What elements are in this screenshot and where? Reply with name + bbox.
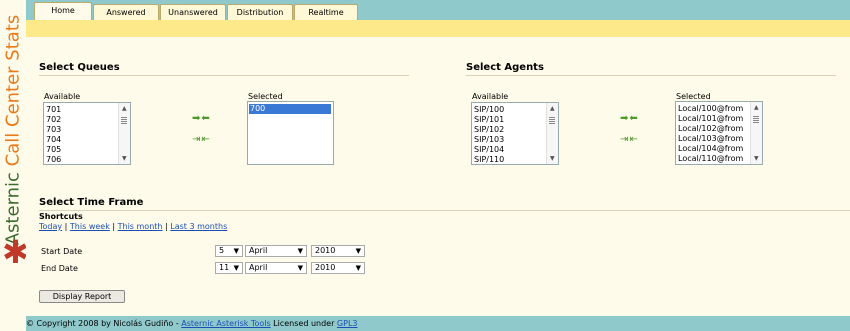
scroll-up-icon[interactable]: ▲	[122, 105, 127, 112]
scroll-down-icon[interactable]: ▼	[754, 155, 759, 162]
queue-move-right-left-icon[interactable]: ➡⬅	[192, 113, 211, 124]
chevron-down-icon: ▼	[297, 247, 303, 255]
agent-move-right-left-icon[interactable]: ➡⬅	[620, 113, 639, 124]
scroll-thumb[interactable]	[753, 116, 759, 124]
scroll-thumb[interactable]	[549, 117, 555, 125]
start-day-select[interactable]: 5 ▼	[215, 245, 243, 257]
shortcut-this-week-link[interactable]: This week	[70, 222, 110, 231]
scroll-thumb[interactable]	[121, 117, 127, 125]
timeframe-heading: Select Time Frame	[39, 197, 144, 208]
list-item[interactable]: 703	[46, 125, 118, 135]
main-content: Select Queues Available 701 702 703 704 …	[26, 37, 850, 316]
tab-realtime[interactable]: Realtime	[294, 4, 358, 20]
list-item[interactable]: SIP/104	[474, 145, 546, 155]
list-item[interactable]: SIP/110	[474, 155, 546, 164]
end-year-select[interactable]: 2010 ▼	[311, 262, 365, 274]
chevron-down-icon: ▼	[297, 264, 303, 272]
agent-move-all-icon[interactable]: ⇥⇤	[620, 134, 639, 145]
chevron-down-icon: ▼	[355, 264, 361, 272]
start-month-select[interactable]: April ▼	[245, 245, 307, 257]
sidebar-brand: Asternic Call Center Stats ✱	[0, 0, 29, 331]
queues-selected-list[interactable]: 700	[247, 101, 334, 165]
app-logo-text: Asternic Call Center Stats	[2, 14, 24, 246]
agents-heading: Select Agents	[466, 62, 544, 73]
list-item[interactable]: Local/103@from	[678, 134, 750, 144]
list-item[interactable]: SIP/102	[474, 125, 546, 135]
list-item[interactable]: 706	[46, 155, 118, 164]
agents-available-list[interactable]: SIP/100 SIP/101 SIP/102 SIP/103 SIP/104 …	[471, 102, 559, 165]
list-item[interactable]: SIP/101	[474, 115, 546, 125]
divider	[39, 210, 850, 211]
list-item[interactable]: Local/100@from	[678, 104, 750, 114]
scroll-up-icon[interactable]: ▲	[550, 105, 555, 112]
list-item[interactable]: Local/110@from	[678, 154, 750, 164]
list-item[interactable]: 701	[46, 105, 118, 115]
queues-heading: Select Queues	[39, 62, 120, 73]
footer: © Copyright 2008 by Nicolás Gudiño - Ast…	[26, 316, 850, 331]
tab-unanswered[interactable]: Unanswered	[160, 4, 226, 20]
display-report-button[interactable]: Display Report	[39, 290, 125, 303]
divider	[466, 75, 836, 76]
queues-available-list[interactable]: 701 702 703 704 705 706 ▲ ▼	[43, 102, 131, 165]
list-item[interactable]: Local/101@from	[678, 114, 750, 124]
list-item[interactable]: Local/102@from	[678, 124, 750, 134]
end-month-select[interactable]: April ▼	[245, 262, 307, 274]
asternic-tools-link[interactable]: Asternic Asterisk Tools	[181, 319, 270, 328]
agents-available-label: Available	[472, 92, 509, 101]
shortcut-links: Today | This week | This month | Last 3 …	[39, 222, 228, 231]
chevron-down-icon: ▼	[233, 264, 239, 272]
tab-bar: Home Answered Unanswered Distribution Re…	[26, 0, 850, 20]
list-item[interactable]: Local/104@from	[678, 144, 750, 154]
list-item[interactable]: 705	[46, 145, 118, 155]
divider	[39, 75, 409, 76]
start-year-select[interactable]: 2010 ▼	[311, 245, 365, 257]
scroll-down-icon[interactable]: ▼	[122, 155, 127, 162]
agents-selected-label: Selected	[676, 92, 711, 101]
end-date-label: End Date	[41, 264, 78, 273]
chevron-down-icon: ▼	[233, 247, 239, 255]
list-item[interactable]: 700	[249, 104, 331, 114]
queues-selected-label: Selected	[248, 92, 283, 101]
list-item[interactable]: 704	[46, 135, 118, 145]
shortcut-today-link[interactable]: Today	[39, 222, 62, 231]
shortcut-last-3-months-link[interactable]: Last 3 months	[170, 222, 227, 231]
end-day-select[interactable]: 11 ▼	[215, 262, 243, 274]
list-item[interactable]: SIP/100	[474, 105, 546, 115]
gpl3-link[interactable]: GPL3	[337, 319, 358, 328]
scrollbar[interactable]: ▲ ▼	[546, 103, 558, 164]
shortcut-this-month-link[interactable]: This month	[118, 222, 163, 231]
scroll-down-icon[interactable]: ▼	[550, 155, 555, 162]
queues-available-label: Available	[44, 92, 81, 101]
list-item[interactable]: 702	[46, 115, 118, 125]
tab-distribution[interactable]: Distribution	[227, 4, 293, 20]
chevron-down-icon: ▼	[355, 247, 361, 255]
scrollbar[interactable]: ▲ ▼	[118, 103, 130, 164]
agents-selected-list[interactable]: Local/100@from Local/101@from Local/102@…	[675, 101, 763, 165]
tab-answered[interactable]: Answered	[93, 4, 159, 20]
scroll-up-icon[interactable]: ▲	[754, 104, 759, 111]
queue-move-all-icon[interactable]: ⇥⇤	[192, 134, 211, 145]
asterisk-logo-icon: ✱	[2, 233, 29, 271]
list-item[interactable]: SIP/103	[474, 135, 546, 145]
shortcuts-label: Shortcuts	[39, 212, 83, 221]
scrollbar[interactable]: ▲ ▼	[750, 102, 762, 164]
tab-home[interactable]: Home	[34, 2, 92, 20]
tab-band	[26, 20, 850, 37]
start-date-label: Start Date	[41, 247, 83, 256]
